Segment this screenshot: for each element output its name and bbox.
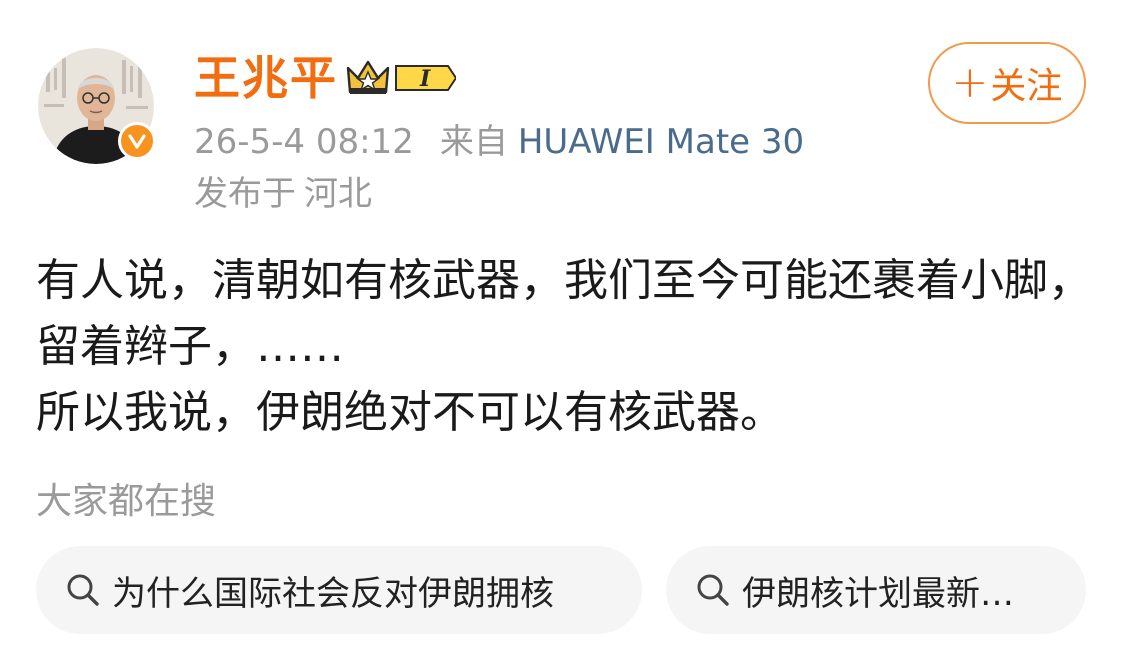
follow-button[interactable]: + 关注 (928, 42, 1086, 124)
search-icon (697, 574, 729, 606)
post-time: 26-5-4 08:12 (194, 122, 414, 162)
search-chip-text: 为什么国际社会反对伊朗拥核 (112, 573, 554, 614)
author-name[interactable]: 王兆平 (194, 50, 338, 106)
post-text: 有人说，清朝如有核武器，我们至今可能还裹着小脚，留着辫子，…… 所以我说，伊朗绝… (36, 248, 1096, 446)
vip-level-text: I (419, 66, 431, 92)
post-paragraph: 所以我说，伊朗绝对不可以有核武器。 (36, 387, 784, 438)
search-chip-text: 伊朗核计划最新… (742, 573, 1014, 614)
verified-badge-icon (118, 122, 156, 160)
plus-icon: + (951, 57, 989, 108)
follow-label: 关注 (990, 66, 1063, 107)
search-chip[interactable]: 伊朗核计划最新… (666, 546, 1086, 634)
search-icon (67, 574, 99, 606)
vip-crown-icon[interactable]: I (344, 56, 456, 100)
post-paragraph: 有人说，清朝如有核武器，我们至今可能还裹着小脚，留着辫子，…… (36, 255, 1092, 372)
related-search-title: 大家都在搜 (36, 481, 217, 522)
device-link[interactable]: HUAWEI Mate 30 (518, 122, 804, 162)
location-value: 河北 (304, 174, 372, 214)
weibo-post-card: 王兆平 I 26-5-4 08:12 来自 HUAWEI Mate 30 发布于 河北… (0, 0, 1124, 652)
location-label: 发布于 (194, 174, 296, 214)
post-meta: 26-5-4 08:12 来自 HUAWEI Mate 30 (194, 120, 804, 164)
post-location: 发布于 河北 (194, 172, 372, 216)
check-v-icon (128, 134, 146, 149)
from-label: 来自 (439, 122, 508, 162)
avatar[interactable] (38, 48, 156, 164)
search-chip[interactable]: 为什么国际社会反对伊朗拥核 (36, 546, 642, 634)
